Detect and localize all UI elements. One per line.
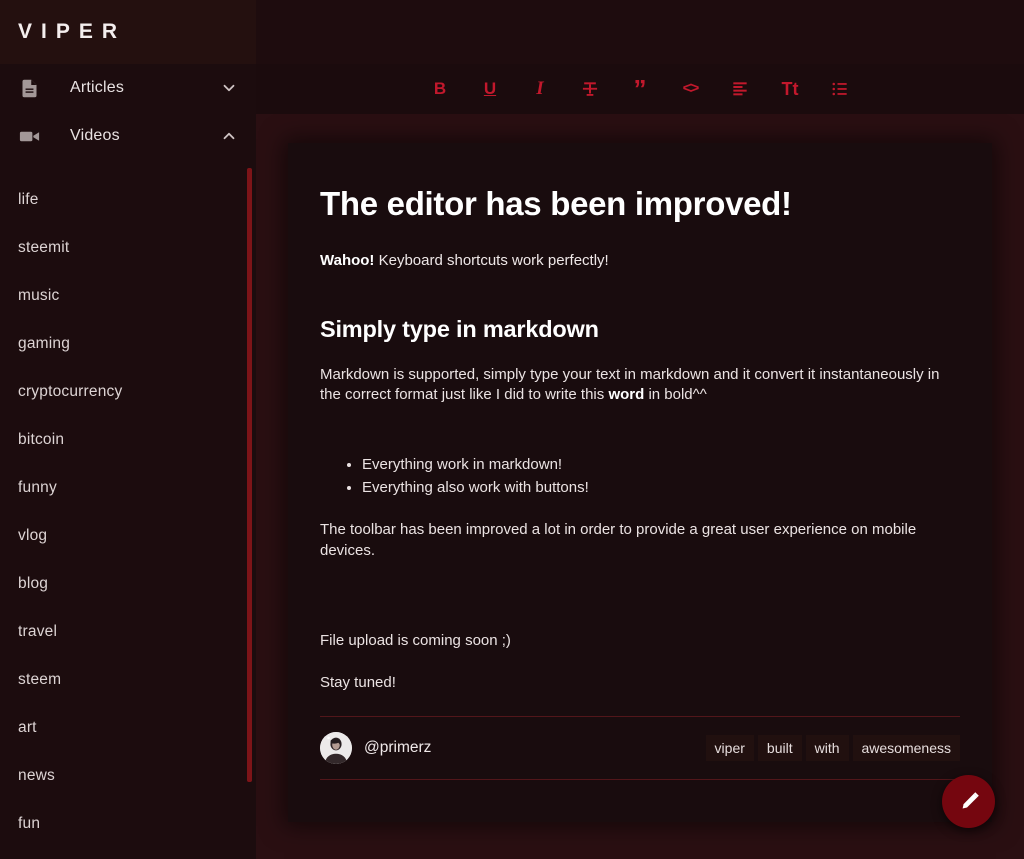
sidebar-item-label: news — [18, 767, 55, 784]
article-lead: Wahoo! Keyboard shortcuts work perfectly… — [320, 250, 960, 272]
chevron-down-icon[interactable] — [220, 79, 238, 97]
sidebar-item-blog[interactable]: blog — [0, 560, 256, 608]
article-paragraph-3: File upload is coming soon ;) — [320, 631, 511, 649]
sidebar-item-label: fun — [18, 815, 41, 832]
sidebar-scrollbar-thumb[interactable] — [247, 168, 252, 782]
sidebar-item-label: vlog — [18, 527, 48, 544]
sidebar-item-funny[interactable]: funny — [0, 464, 256, 512]
quote-label: ” — [633, 74, 647, 104]
text-size-label: Tt — [781, 78, 799, 99]
sidebar-item-label: funny — [18, 479, 57, 496]
top-bar: VIPER — [0, 0, 1024, 64]
sidebar: Articles Videos life steemit music gamin… — [0, 64, 256, 859]
sidebar-item-gaming[interactable]: gaming — [0, 320, 256, 368]
tag-with[interactable]: with — [805, 735, 849, 761]
sidebar-item-label: bitcoin — [18, 431, 65, 448]
video-camera-icon — [16, 125, 42, 148]
author-avatar[interactable] — [320, 732, 352, 764]
brand-logo-text: VIPER — [18, 20, 127, 43]
sidebar-item-travel[interactable]: travel — [0, 608, 256, 656]
sidebar-item-bitcoin[interactable]: bitcoin — [0, 416, 256, 464]
brand-logo[interactable]: VIPER — [0, 0, 256, 64]
sidebar-item-label: travel — [18, 623, 58, 640]
italic-label: I — [536, 78, 544, 99]
document-icon — [16, 78, 42, 99]
strikethrough-glyph — [582, 82, 598, 96]
sidebar-item-steem[interactable]: steem — [0, 656, 256, 704]
bold-icon[interactable]: B — [425, 74, 455, 104]
paragraph-1-bold-word: word — [608, 385, 645, 403]
sidebar-item-cryptocurrency[interactable]: cryptocurrency — [0, 368, 256, 416]
bold-label: B — [433, 79, 447, 98]
user-avatar-icon — [320, 732, 352, 764]
sidebar-tag-list: life steemit music gaming cryptocurrency… — [0, 160, 256, 848]
article-paragraph-2: The toolbar has been improved a lot in o… — [320, 521, 917, 559]
content-area: The editor has been improved! Wahoo! Key… — [256, 114, 1024, 859]
article-paragraph-4: Stay tuned! — [320, 674, 396, 692]
sidebar-item-label: steem — [18, 671, 62, 688]
footer-divider-bottom — [320, 779, 960, 780]
sidebar-group-articles[interactable]: Articles — [0, 64, 256, 112]
code-label: <> — [682, 80, 700, 97]
underline-icon[interactable]: U — [475, 74, 505, 104]
article-lead-rest: Keyboard shortcuts work perfectly! — [374, 251, 609, 269]
sidebar-group-label: Videos — [70, 127, 120, 144]
align-left-glyph — [733, 82, 747, 96]
article-tags: viper built with awesomeness — [705, 735, 960, 761]
sidebar-group-videos[interactable]: Videos — [0, 112, 256, 160]
editor-toolbar: B U I ” <> Tt — [256, 64, 1024, 114]
article-lead-bold: Wahoo! — [320, 251, 375, 269]
sidebar-item-fun[interactable]: fun — [0, 800, 256, 848]
bullet-list-icon[interactable] — [825, 74, 855, 104]
tag-built[interactable]: built — [757, 735, 802, 761]
strikethrough-icon[interactable] — [575, 74, 605, 104]
article-paragraph-1: Markdown is supported, simply type your … — [320, 365, 960, 406]
article-title: The editor has been improved! — [320, 185, 792, 222]
article-footer: @primerz viper built with awesomeness — [320, 716, 960, 780]
sidebar-item-art[interactable]: art — [0, 704, 256, 752]
code-icon[interactable]: <> — [675, 74, 705, 104]
sidebar-item-label: art — [18, 719, 37, 736]
sidebar-item-label: blog — [18, 575, 49, 592]
blockquote-icon[interactable]: ” — [625, 74, 655, 104]
sidebar-item-music[interactable]: music — [0, 272, 256, 320]
sidebar-group-label: Articles — [70, 79, 125, 96]
bullet-list-glyph — [832, 82, 847, 96]
app-root: VIPER Articles — [0, 0, 1024, 859]
chevron-up-icon[interactable] — [220, 127, 238, 145]
italic-icon[interactable]: I — [525, 74, 555, 104]
sidebar-item-steemit[interactable]: steemit — [0, 224, 256, 272]
tag-viper[interactable]: viper — [705, 735, 754, 761]
author-name: @primerz — [364, 739, 432, 756]
underline-label: U — [483, 79, 497, 98]
tag-awesomeness[interactable]: awesomeness — [852, 735, 960, 761]
align-left-icon[interactable] — [725, 74, 755, 104]
article-heading-2: Simply type in markdown — [320, 315, 599, 342]
article-bullet-list: Everything work in markdown! Everything … — [320, 455, 960, 498]
sidebar-item-label: gaming — [18, 335, 71, 352]
list-item: Everything work in markdown! — [362, 455, 960, 475]
sidebar-item-label: steemit — [18, 239, 70, 256]
text-size-icon[interactable]: Tt — [775, 74, 805, 104]
footer-row: @primerz viper built with awesomeness — [320, 717, 960, 779]
sidebar-item-label: cryptocurrency — [18, 383, 123, 400]
edit-fab-button[interactable] — [942, 775, 995, 828]
article-card[interactable]: The editor has been improved! Wahoo! Key… — [288, 143, 992, 822]
list-item: Everything also work with buttons! — [362, 478, 960, 498]
pencil-icon — [962, 791, 979, 808]
article-author[interactable]: @primerz — [320, 732, 706, 764]
sidebar-item-label: life — [18, 191, 39, 208]
paragraph-1-part-b: in bold^^ — [644, 385, 707, 403]
sidebar-item-vlog[interactable]: vlog — [0, 512, 256, 560]
sidebar-item-news[interactable]: news — [0, 752, 256, 800]
sidebar-item-life[interactable]: life — [0, 176, 256, 224]
sidebar-item-label: music — [18, 287, 60, 304]
